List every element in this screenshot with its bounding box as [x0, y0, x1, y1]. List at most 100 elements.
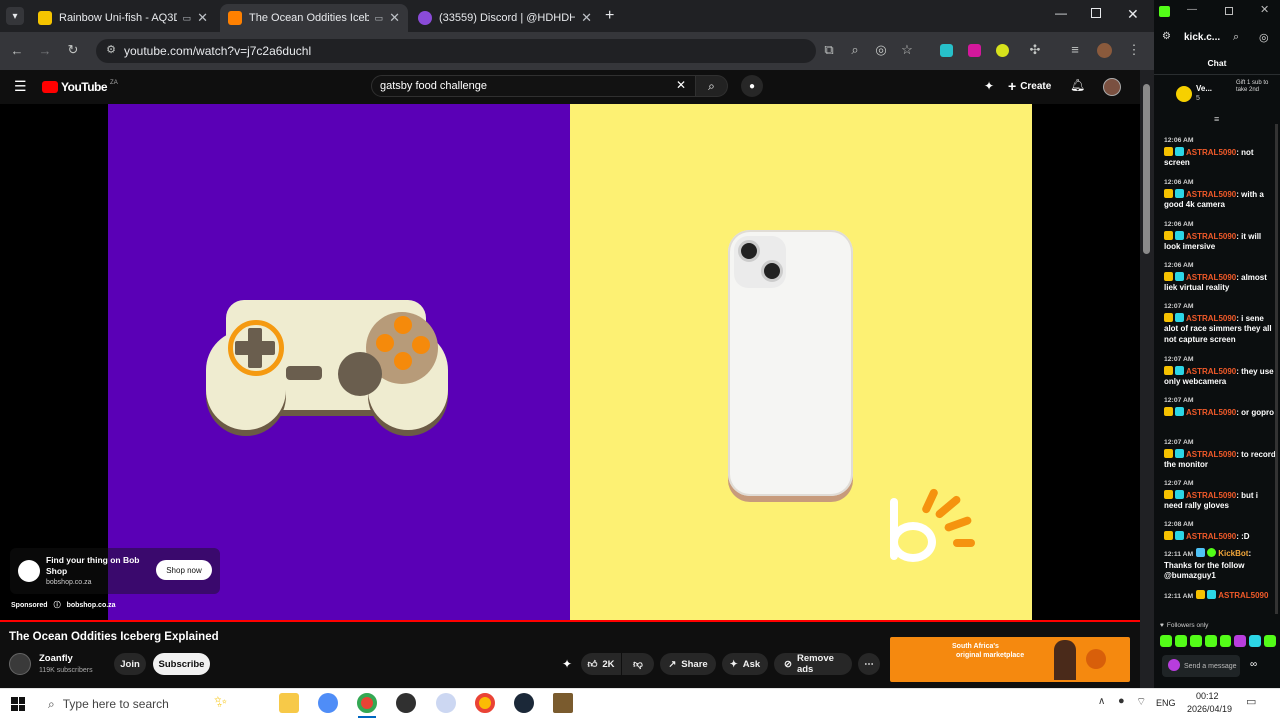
- premium-icon[interactable]: ✦: [984, 79, 994, 93]
- companion-ad-banner[interactable]: South Africa's original marketplace: [890, 637, 1130, 682]
- extension-2-icon[interactable]: [968, 44, 981, 57]
- info-icon[interactable]: ⓘ: [54, 600, 61, 610]
- channel-name[interactable]: Zoanfly: [39, 653, 73, 664]
- scrollbar-thumb[interactable]: [1143, 84, 1150, 254]
- media-control-icon[interactable]: ≡: [1066, 42, 1084, 57]
- forward-icon[interactable]: →: [36, 43, 54, 58]
- side-maximize-button[interactable]: [1225, 7, 1233, 15]
- emote-icon[interactable]: [1160, 635, 1172, 647]
- emote-icon[interactable]: [1219, 635, 1232, 647]
- extensions-puzzle-icon[interactable]: ✣: [1026, 42, 1044, 58]
- maximize-button[interactable]: [1091, 8, 1101, 18]
- message-user[interactable]: KickBot: [1218, 549, 1248, 558]
- notifications-bell-icon[interactable]: 🔔︎: [1070, 78, 1085, 92]
- message-user[interactable]: ASTRAL5090: [1186, 148, 1236, 157]
- obs-icon[interactable]: [396, 693, 416, 713]
- side-settings-icon[interactable]: ⚙: [1162, 31, 1171, 42]
- emote-icon[interactable]: [1234, 635, 1247, 647]
- create-button[interactable]: + Create: [1008, 76, 1051, 96]
- minimize-button[interactable]: —: [1055, 6, 1067, 20]
- extension-1-icon[interactable]: [940, 44, 953, 57]
- eye-off-icon[interactable]: ◎: [872, 42, 890, 58]
- tray-overflow-icon[interactable]: ∧: [1098, 696, 1105, 707]
- gift-sub-prompt[interactable]: Gift 1 sub to take 2nd: [1236, 80, 1276, 94]
- ask-button[interactable]: ✦ Ask: [722, 653, 768, 675]
- premium-badge-icon[interactable]: ✦: [562, 657, 572, 671]
- chrome-icon[interactable]: [357, 693, 377, 713]
- microphone-tray-icon[interactable]: ●: [1118, 695, 1125, 707]
- search-input[interactable]: gatsby food challenge: [371, 75, 696, 97]
- audio-icon[interactable]: ▭: [183, 13, 192, 24]
- like-button[interactable]: 👍︎ 2K: [581, 653, 621, 675]
- emote-bar[interactable]: [1160, 635, 1276, 649]
- side-eye-off-icon[interactable]: ◎: [1259, 31, 1269, 44]
- share-button[interactable]: ↗ Share: [660, 653, 716, 675]
- language-indicator[interactable]: ENG: [1156, 698, 1176, 708]
- menu-dots-icon[interactable]: ⋮: [1125, 42, 1143, 58]
- notifications-tray-icon[interactable]: ▭: [1246, 695, 1256, 708]
- emote-icon[interactable]: [1189, 635, 1202, 647]
- emote-icon[interactable]: [1249, 635, 1262, 647]
- back-icon[interactable]: ←: [8, 43, 26, 58]
- side-zoom-icon[interactable]: ⌕: [1233, 31, 1239, 44]
- install-icon[interactable]: ⧉: [820, 42, 838, 58]
- zoom-icon[interactable]: ⌕: [846, 42, 864, 58]
- clock-date[interactable]: 2026/04/19: [1187, 704, 1232, 714]
- message-user[interactable]: ASTRAL5090: [1186, 450, 1236, 459]
- top-gifter-card[interactable]: Ve... 5 Gift 1 sub to take 2nd: [1162, 80, 1276, 114]
- file-explorer-icon[interactable]: [279, 693, 299, 713]
- remove-ads-button[interactable]: ⊘ Remove ads: [774, 653, 852, 675]
- minecraft-icon[interactable]: [553, 693, 573, 713]
- message-user[interactable]: ASTRAL5090: [1186, 314, 1236, 323]
- chat-settings-icon[interactable]: ∞: [1250, 659, 1257, 670]
- join-button[interactable]: Join: [114, 653, 146, 675]
- close-window-button[interactable]: ✕: [1127, 6, 1139, 23]
- bookmark-star-icon[interactable]: ☆: [898, 42, 916, 58]
- message-user[interactable]: ASTRAL5090: [1186, 491, 1236, 500]
- chat-scrollbar[interactable]: [1275, 124, 1278, 614]
- close-icon[interactable]: ✕: [389, 10, 400, 26]
- youtube-logo[interactable]: YouTube ZA: [42, 80, 118, 94]
- dislike-button[interactable]: 👎︎: [622, 653, 654, 675]
- address-bar[interactable]: youtube.com/watch?v=j7c2a6duchl: [96, 39, 816, 63]
- emote-icon[interactable]: [1264, 635, 1276, 647]
- tab-search-button[interactable]: ▾: [6, 7, 24, 25]
- close-icon[interactable]: ✕: [581, 10, 592, 26]
- extension-3-icon[interactable]: [996, 44, 1009, 57]
- message-user[interactable]: ASTRAL5090: [1186, 232, 1236, 241]
- tab-aq3d[interactable]: Rainbow Uni-fish - AQ3D ▭ ✕: [30, 4, 216, 32]
- message-user[interactable]: ASTRAL5090: [1218, 591, 1268, 600]
- taskbar-search-box[interactable]: ⌕ Type here to search: [38, 690, 264, 718]
- emote-icon[interactable]: [1174, 635, 1187, 647]
- side-minimize-button[interactable]: —: [1187, 4, 1197, 15]
- side-close-button[interactable]: ✕: [1260, 3, 1269, 16]
- pinned-filter-icon[interactable]: ≡: [1214, 114, 1219, 124]
- account-avatar[interactable]: [1103, 78, 1121, 96]
- hamburger-menu-icon[interactable]: ☰: [14, 78, 27, 95]
- clock-time[interactable]: 00:12: [1196, 691, 1219, 701]
- steam-icon[interactable]: [514, 693, 534, 713]
- message-user[interactable]: ASTRAL5090: [1186, 532, 1236, 541]
- message-user[interactable]: ASTRAL5090: [1186, 190, 1236, 199]
- shop-now-button[interactable]: Shop now: [156, 560, 212, 580]
- site-info-icon[interactable]: ⚙: [102, 43, 120, 56]
- chrome-alt-icon[interactable]: [475, 693, 495, 713]
- message-user[interactable]: ASTRAL5090: [1186, 408, 1236, 417]
- profile-avatar[interactable]: [1097, 43, 1112, 58]
- tab-discord[interactable]: (33559) Discord | @HDHDHDH ✕: [410, 4, 600, 32]
- message-user[interactable]: ASTRAL5090: [1186, 273, 1236, 282]
- audio-icon[interactable]: ▭: [375, 13, 384, 24]
- copilot-app-icon[interactable]: [318, 693, 338, 713]
- ad-card[interactable]: Find your thing on Bob Shop bobshop.co.z…: [10, 548, 220, 594]
- close-icon[interactable]: ✕: [197, 10, 208, 26]
- channel-avatar[interactable]: [9, 653, 31, 675]
- copilot-sparkle-icon[interactable]: ✨︎: [214, 694, 227, 712]
- windows-start-icon[interactable]: [11, 697, 25, 711]
- search-button[interactable]: ⌕: [696, 75, 728, 97]
- emote-icon[interactable]: [1204, 635, 1217, 647]
- tab-youtube[interactable]: The Ocean Oddities Iceberg ▭ ✕: [220, 4, 408, 32]
- snipping-tool-icon[interactable]: [436, 693, 456, 713]
- reload-icon[interactable]: ↻: [64, 42, 82, 58]
- clear-search-icon[interactable]: ✕: [676, 78, 686, 92]
- subscribe-button[interactable]: Subscribe: [153, 653, 210, 675]
